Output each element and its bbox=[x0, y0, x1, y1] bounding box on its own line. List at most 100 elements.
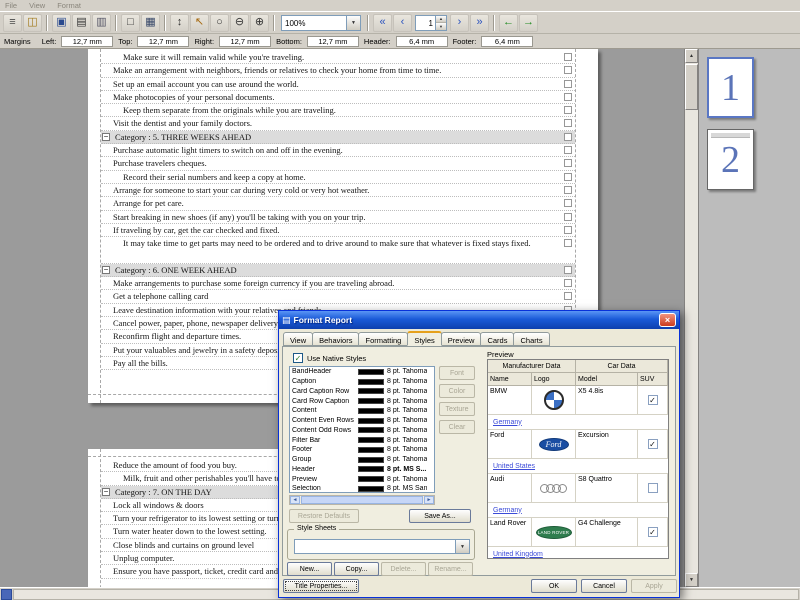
print-button[interactable]: ▤ bbox=[72, 14, 91, 32]
tab-charts[interactable]: Charts bbox=[513, 332, 549, 346]
last-page-button[interactable]: » bbox=[470, 14, 489, 32]
customize-button[interactable]: ≡ bbox=[3, 14, 22, 32]
page-thumbnail-2[interactable]: 2 bbox=[707, 129, 754, 190]
style-name: Footer bbox=[292, 446, 358, 453]
tab-formatting[interactable]: Formatting bbox=[358, 332, 408, 346]
margin-value-left[interactable]: 12,7 mm bbox=[61, 36, 113, 47]
hscroll-thumb[interactable] bbox=[301, 496, 423, 504]
row-checkbox bbox=[564, 146, 572, 154]
save-button[interactable]: ▣ bbox=[52, 14, 71, 32]
tab-cards[interactable]: Cards bbox=[480, 332, 514, 346]
style-list-item[interactable]: Content Even Rows8 pt. Tahoma bbox=[290, 416, 434, 426]
ok-button[interactable]: OK bbox=[531, 579, 577, 593]
style-sheets-combobox[interactable]: ▼ bbox=[294, 539, 470, 554]
margin-value-top[interactable]: 12,7 mm bbox=[137, 36, 189, 47]
style-list-item[interactable]: Card Caption Row8 pt. Tahoma bbox=[290, 387, 434, 397]
thumbnail-page-number: 2 bbox=[721, 141, 740, 179]
title-properties-button[interactable]: Title Properties... bbox=[283, 579, 359, 593]
styles-list-hscrollbar[interactable]: ◄ ► bbox=[289, 495, 435, 505]
group-link: Germany bbox=[493, 507, 522, 514]
header-footer-button[interactable]: ▦ bbox=[141, 14, 160, 32]
tab-styles[interactable]: Styles bbox=[407, 331, 441, 346]
menu-item-file[interactable]: File bbox=[5, 1, 17, 10]
forward-button[interactable]: → bbox=[519, 14, 538, 32]
cancel-button[interactable]: Cancel bbox=[581, 579, 627, 593]
style-list-item[interactable]: Footer 8 pt. Tahoma bbox=[290, 445, 434, 455]
scale-button[interactable]: ↕ bbox=[170, 14, 189, 32]
tab-view[interactable]: View bbox=[283, 332, 313, 346]
prev-page-button[interactable]: ‹ bbox=[393, 14, 412, 32]
page-setup-button[interactable]: □ bbox=[121, 14, 140, 32]
styles-list[interactable]: BandHeader8 pt. TahomaCaption8 pt. Tahom… bbox=[289, 366, 435, 493]
use-native-styles-row[interactable]: ✓ Use Native Styles bbox=[293, 353, 366, 363]
zoom-in-button[interactable]: ⊕ bbox=[250, 14, 269, 32]
zoom-combobox[interactable]: 100%▼ bbox=[281, 15, 361, 31]
style-list-item[interactable]: Preview8 pt. Tahoma bbox=[290, 474, 434, 484]
style-list-item[interactable]: Selection8 pt. MS San bbox=[290, 484, 434, 493]
hscroll-left-icon[interactable]: ◄ bbox=[290, 496, 300, 504]
last-page-icon: » bbox=[476, 17, 482, 28]
zoom-out-button[interactable]: ⊖ bbox=[230, 14, 249, 32]
style-list-item[interactable]: Caption8 pt. Tahoma bbox=[290, 377, 434, 387]
scroll-up-icon[interactable]: ▲ bbox=[685, 49, 698, 63]
copy-button[interactable]: Copy... bbox=[334, 562, 379, 576]
back-button[interactable]: ← bbox=[499, 14, 518, 32]
save-as-button[interactable]: Save As... bbox=[409, 509, 471, 523]
vertical-scrollbar[interactable]: ▲ ▼ bbox=[684, 49, 698, 587]
color-button: Color bbox=[439, 384, 475, 398]
cell-model: Excursion bbox=[576, 430, 638, 459]
style-sheets-dropdown-icon[interactable]: ▼ bbox=[455, 540, 469, 553]
close-icon[interactable]: × bbox=[659, 313, 676, 327]
page-number-input[interactable]: 1▲▼ bbox=[415, 15, 447, 31]
menu-item-format[interactable]: Format bbox=[57, 1, 81, 10]
style-list-item[interactable]: Card Row Caption8 pt. Tahoma bbox=[290, 396, 434, 406]
margin-value-footer[interactable]: 6,4 mm bbox=[481, 36, 533, 47]
margin-value-bottom[interactable]: 12,7 mm bbox=[307, 36, 359, 47]
style-list-item[interactable]: Content Odd Rows8 pt. Tahoma bbox=[290, 426, 434, 436]
scroll-down-icon[interactable]: ▼ bbox=[685, 573, 698, 587]
use-native-styles-checkbox[interactable]: ✓ bbox=[293, 353, 303, 363]
row-text: Arrange for pet care. bbox=[101, 197, 575, 210]
zoom-dropdown-icon[interactable]: ▼ bbox=[346, 16, 360, 30]
style-list-item[interactable]: Content8 pt. Tahoma bbox=[290, 406, 434, 416]
new-button[interactable]: New... bbox=[287, 562, 332, 576]
margin-value-header[interactable]: 6,4 mm bbox=[396, 36, 448, 47]
tab-preview[interactable]: Preview bbox=[441, 332, 482, 346]
tab-behaviors[interactable]: Behaviors bbox=[312, 332, 359, 346]
cell-name: Ford bbox=[488, 430, 532, 459]
style-name: Content Even Rows bbox=[292, 417, 358, 424]
hand-tool-button[interactable]: ↖ bbox=[190, 14, 209, 32]
magnifier-button[interactable]: ○ bbox=[210, 14, 229, 32]
first-page-button[interactable]: « bbox=[373, 14, 392, 32]
style-list-item[interactable]: BandHeader8 pt. Tahoma bbox=[290, 367, 434, 377]
hscroll-right-icon[interactable]: ► bbox=[424, 496, 434, 504]
menu-item-view[interactable]: View bbox=[29, 1, 45, 10]
spin-down-icon[interactable]: ▼ bbox=[436, 23, 446, 30]
style-list-item[interactable]: Header8 pt. MS S... bbox=[290, 465, 434, 475]
dialog-title: Format Report bbox=[294, 315, 656, 325]
cell-logo: Ford bbox=[532, 430, 576, 459]
row-text: Arrange for someone to start your car du… bbox=[101, 184, 575, 197]
page-spinner: ▲▼ bbox=[435, 16, 446, 30]
pan-grip[interactable] bbox=[1, 589, 12, 600]
checklist-row: It may take time to get parts may need t… bbox=[101, 237, 575, 264]
dialog-titlebar[interactable]: ▤ Format Report × bbox=[279, 311, 679, 329]
row-text: Record their serial numbers and keep a c… bbox=[101, 171, 575, 184]
checklist-row: Start breaking in new shoes (if any) you… bbox=[101, 211, 575, 224]
quick-print-button[interactable]: ▥ bbox=[92, 14, 111, 32]
cell-suv bbox=[638, 474, 668, 503]
cell-suv: ✓ bbox=[638, 386, 668, 415]
row-text: If traveling by car, get the car checked… bbox=[101, 224, 575, 237]
spin-up-icon[interactable]: ▲ bbox=[436, 16, 446, 24]
page-thumbnail-1[interactable]: 1 bbox=[707, 57, 754, 118]
open-button[interactable]: ◫ bbox=[23, 14, 42, 32]
scrollbar-track[interactable] bbox=[685, 110, 698, 573]
toolbar-separator bbox=[115, 15, 117, 31]
margin-value-right[interactable]: 12,7 mm bbox=[219, 36, 271, 47]
next-page-button[interactable]: › bbox=[450, 14, 469, 32]
style-list-item[interactable]: Filter Bar8 pt. Tahoma bbox=[290, 435, 434, 445]
style-list-item[interactable]: Group8 pt. Tahoma bbox=[290, 455, 434, 465]
style-font-sample: 8 pt. Tahoma bbox=[387, 446, 427, 453]
style-font-sample: 8 pt. Tahoma bbox=[387, 437, 427, 444]
scrollbar-thumb[interactable] bbox=[685, 64, 698, 110]
